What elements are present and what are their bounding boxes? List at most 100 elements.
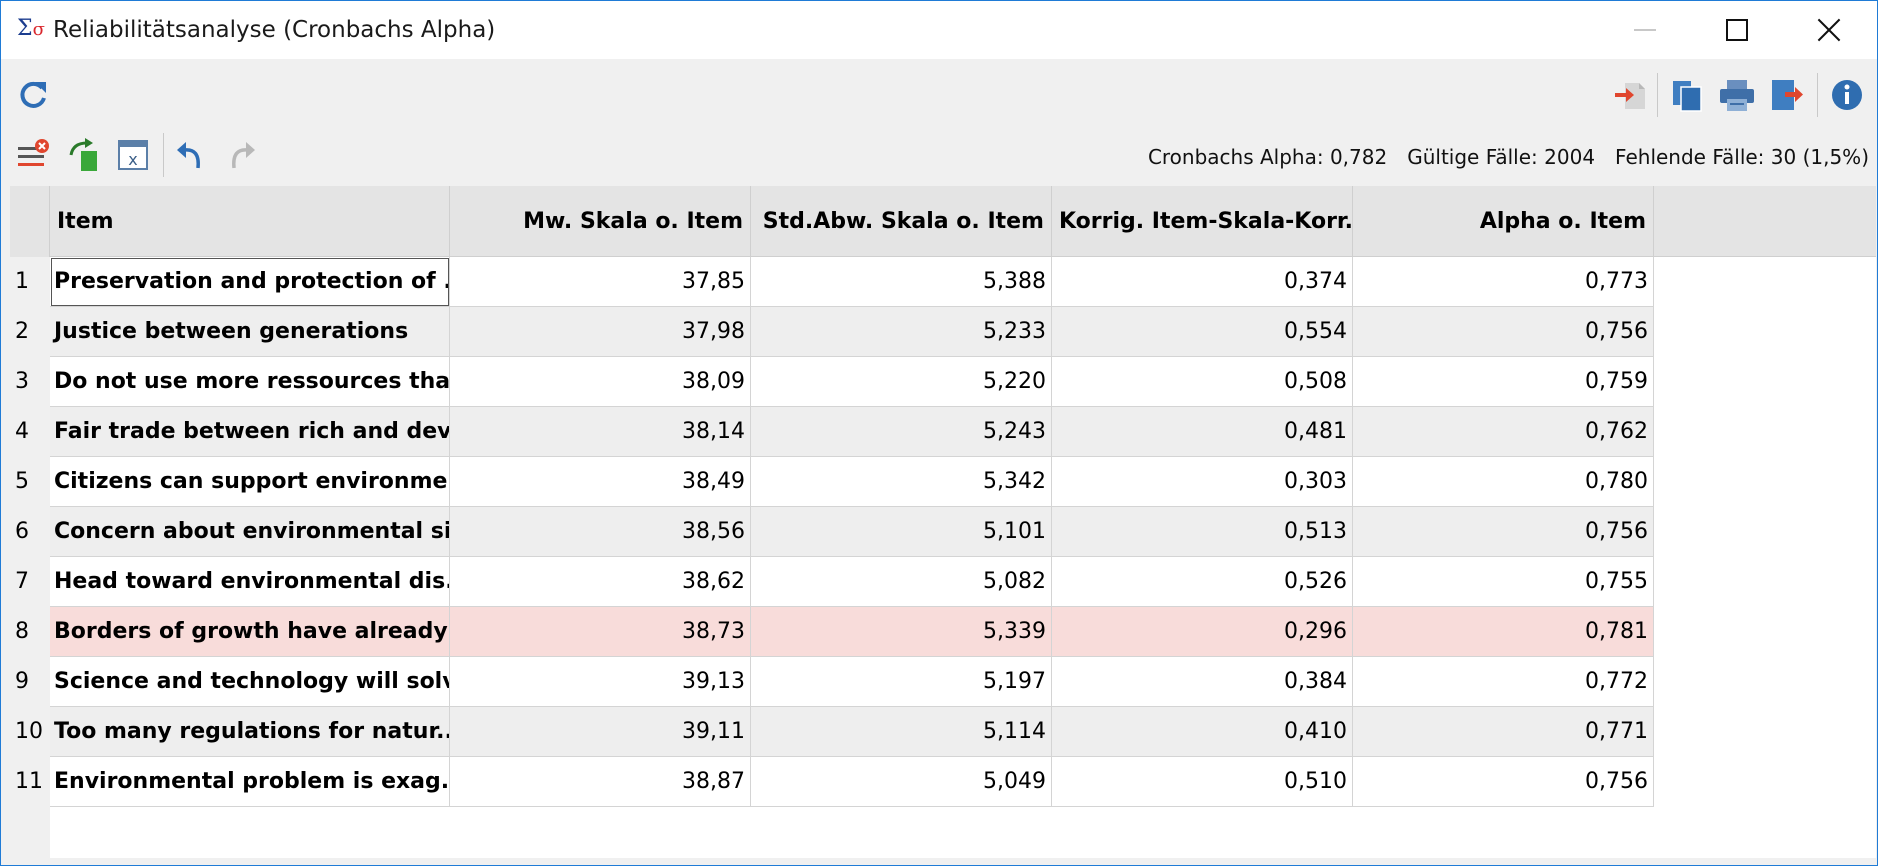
table-row[interactable]: 8 Borders of growth have already cr 38,73 5… [10, 607, 1654, 657]
table-row[interactable]: 3 Do not use more ressources tha... 38,09 5… [10, 357, 1654, 407]
table-row[interactable]: 2 Justice between generations 37,98 5,233 0,… [10, 307, 1654, 357]
corrected-correlation-cell[interactable]: 0,384 [1052, 657, 1353, 707]
header-std-dev-scale[interactable]: Std.Abw. Skala o. Item [751, 186, 1052, 257]
mean-scale-cell[interactable]: 38,87 [450, 757, 751, 807]
export-button[interactable] [1767, 75, 1807, 115]
mean-scale-cell[interactable]: 38,09 [450, 357, 751, 407]
header-corrected-correlation[interactable]: Korrig. Item-Skala-Korr. [1052, 186, 1353, 257]
valid-cases-value: Gültige Fälle: 2004 [1407, 145, 1596, 169]
std-dev-scale-cell[interactable]: 5,049 [751, 757, 1052, 807]
print-button[interactable] [1717, 75, 1757, 115]
table-row[interactable]: 4 Fair trade between rich and dev... 38,14… [10, 407, 1654, 457]
corrected-correlation-cell[interactable]: 0,410 [1052, 707, 1353, 757]
alpha-if-deleted-cell[interactable]: 0,780 [1353, 457, 1654, 507]
item-name-cell[interactable]: Justice between generations [50, 307, 450, 357]
table-row[interactable]: 5 Citizens can support environme... 38,49 5… [10, 457, 1654, 507]
export-document-button[interactable] [1611, 75, 1651, 115]
mean-scale-cell[interactable]: 38,14 [450, 407, 751, 457]
std-dev-scale-cell[interactable]: 5,339 [751, 607, 1052, 657]
std-dev-scale-cell[interactable]: 5,197 [751, 657, 1052, 707]
corrected-correlation-cell[interactable]: 0,508 [1052, 357, 1353, 407]
corrected-correlation-cell[interactable]: 0,296 [1052, 607, 1353, 657]
excel-button[interactable]: x [113, 135, 153, 175]
std-dev-scale-cell[interactable]: 5,082 [751, 557, 1052, 607]
missing-cases-value: Fehlende Fälle: 30 (1,5%) [1615, 145, 1869, 169]
mean-scale-cell[interactable]: 38,56 [450, 507, 751, 557]
std-dev-scale-cell[interactable]: 5,220 [751, 357, 1052, 407]
row-number: 9 [10, 657, 50, 707]
item-name-cell[interactable]: Fair trade between rich and dev... [50, 407, 450, 457]
maximize-icon [1726, 19, 1748, 41]
row-number: 2 [10, 307, 50, 357]
table-row[interactable]: 10 Too many regulations for natur... 39,11… [10, 707, 1654, 757]
item-name-cell[interactable]: Preservation and protection of ... [50, 257, 450, 307]
recycle-icon [69, 138, 97, 171]
table-row[interactable]: 6 Concern about environmental si... 38,56 5… [10, 507, 1654, 557]
info-button[interactable] [1827, 75, 1867, 115]
corrected-correlation-cell[interactable]: 0,510 [1052, 757, 1353, 807]
table-row[interactable]: 11 Environmental problem is exag... 38,87 5… [10, 757, 1654, 807]
corrected-correlation-cell[interactable]: 0,481 [1052, 407, 1353, 457]
header-item[interactable]: Item [50, 186, 450, 257]
alpha-if-deleted-cell[interactable]: 0,762 [1353, 407, 1654, 457]
window-title: Reliabilitätsanalyse (Cronbachs Alpha) [53, 17, 496, 43]
std-dev-scale-cell[interactable]: 5,114 [751, 707, 1052, 757]
std-dev-scale-cell[interactable]: 5,243 [751, 407, 1052, 457]
std-dev-scale-cell[interactable]: 5,233 [751, 307, 1052, 357]
print-icon [1720, 80, 1754, 111]
alpha-if-deleted-cell[interactable]: 0,771 [1353, 707, 1654, 757]
alpha-if-deleted-cell[interactable]: 0,772 [1353, 657, 1654, 707]
redo-button[interactable] [221, 135, 261, 175]
mean-scale-cell[interactable]: 39,11 [450, 707, 751, 757]
alpha-if-deleted-cell[interactable]: 0,755 [1353, 557, 1654, 607]
refresh-icon [20, 81, 46, 108]
std-dev-scale-cell[interactable]: 5,388 [751, 257, 1052, 307]
header-alpha-if-deleted[interactable]: Alpha o. Item [1353, 186, 1654, 257]
item-name-cell[interactable]: Head toward environmental dis... [50, 557, 450, 607]
corrected-correlation-cell[interactable]: 0,526 [1052, 557, 1353, 607]
std-dev-scale-cell[interactable]: 5,101 [751, 507, 1052, 557]
row-number: 3 [10, 357, 50, 407]
alpha-if-deleted-cell[interactable]: 0,781 [1353, 607, 1654, 657]
remove-items-button[interactable] [13, 135, 53, 175]
item-name-cell[interactable]: Borders of growth have already cr [50, 607, 450, 657]
mean-scale-cell[interactable]: 37,85 [450, 257, 751, 307]
undo-button[interactable] [171, 135, 211, 175]
excel-icon: x [118, 140, 148, 170]
corrected-correlation-cell[interactable]: 0,374 [1052, 257, 1353, 307]
item-name-cell[interactable]: Concern about environmental si... [50, 507, 450, 557]
copy-button[interactable] [1667, 75, 1707, 115]
alpha-if-deleted-cell[interactable]: 0,756 [1353, 757, 1654, 807]
corrected-correlation-cell[interactable]: 0,554 [1052, 307, 1353, 357]
row-number: 11 [10, 757, 50, 807]
mean-scale-cell[interactable]: 38,49 [450, 457, 751, 507]
table-row[interactable]: 7 Head toward environmental dis... 38,62 5,… [10, 557, 1654, 607]
corrected-correlation-cell[interactable]: 0,513 [1052, 507, 1353, 557]
mean-scale-cell[interactable]: 39,13 [450, 657, 751, 707]
table-row[interactable]: 1 Preservation and protection of ... 37,85… [10, 257, 1654, 307]
std-dev-scale-cell[interactable]: 5,342 [751, 457, 1052, 507]
mean-scale-cell[interactable]: 38,62 [450, 557, 751, 607]
close-button[interactable] [1789, 1, 1869, 59]
alpha-if-deleted-cell[interactable]: 0,756 [1353, 307, 1654, 357]
alpha-if-deleted-cell[interactable]: 0,759 [1353, 357, 1654, 407]
item-name-cell[interactable]: Environmental problem is exag... [50, 757, 450, 807]
item-name-cell[interactable]: Do not use more ressources tha... [50, 357, 450, 407]
alpha-if-deleted-cell[interactable]: 0,756 [1353, 507, 1654, 557]
minimize-button[interactable] [1605, 1, 1685, 59]
row-number: 1 [10, 257, 50, 307]
mean-scale-cell[interactable]: 38,73 [450, 607, 751, 657]
toolbar-divider [1817, 73, 1818, 117]
corrected-correlation-cell[interactable]: 0,303 [1052, 457, 1353, 507]
item-name-cell[interactable]: Science and technology will solv... [50, 657, 450, 707]
alpha-if-deleted-cell[interactable]: 0,773 [1353, 257, 1654, 307]
item-name-cell[interactable]: Too many regulations for natur... [50, 707, 450, 757]
refresh-button[interactable] [13, 75, 53, 115]
copy-icon [1673, 81, 1702, 112]
maximize-button[interactable] [1697, 1, 1777, 59]
item-name-cell[interactable]: Citizens can support environme... [50, 457, 450, 507]
recycle-button[interactable] [63, 135, 103, 175]
mean-scale-cell[interactable]: 37,98 [450, 307, 751, 357]
header-mean-scale[interactable]: Mw. Skala o. Item [450, 186, 751, 257]
table-row[interactable]: 9 Science and technology will solv... 39,1… [10, 657, 1654, 707]
